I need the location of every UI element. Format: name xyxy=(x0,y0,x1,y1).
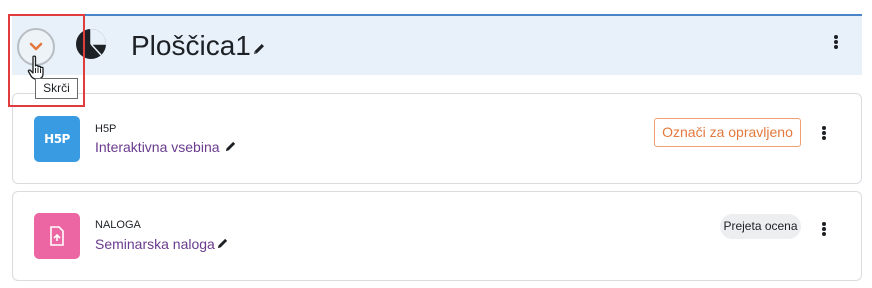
activity-name-link[interactable]: Interaktivna vsebina xyxy=(95,139,220,155)
activity-name-link[interactable]: Seminarska naloga xyxy=(95,236,215,252)
pencil-icon[interactable] xyxy=(224,140,237,153)
pencil-icon[interactable] xyxy=(252,42,266,56)
activity-menu-kebab-icon[interactable] xyxy=(822,222,826,236)
pencil-icon[interactable] xyxy=(216,237,229,250)
activity-menu-kebab-icon[interactable] xyxy=(822,126,826,140)
activity-type-label: H5P xyxy=(95,123,117,135)
h5p-icon[interactable]: H5P xyxy=(34,116,80,162)
mark-as-done-button[interactable]: Označi za opravljeno xyxy=(654,118,801,147)
activity-card-assignment: NALOGA Seminarska naloga Prejeta ocena xyxy=(12,191,862,281)
file-upload-icon xyxy=(50,226,64,246)
tooltip-collapse: Skrči xyxy=(35,78,78,99)
activity-type-label: NALOGA xyxy=(95,219,141,231)
section-menu-kebab-icon[interactable] xyxy=(834,35,838,49)
activity-card-h5p: H5P H5P Interaktivna vsebina Označi za o… xyxy=(12,93,862,184)
assignment-upload-icon[interactable] xyxy=(34,213,80,259)
status-badge: Prejeta ocena xyxy=(720,214,801,239)
section-title: Ploščica1 xyxy=(131,30,251,61)
